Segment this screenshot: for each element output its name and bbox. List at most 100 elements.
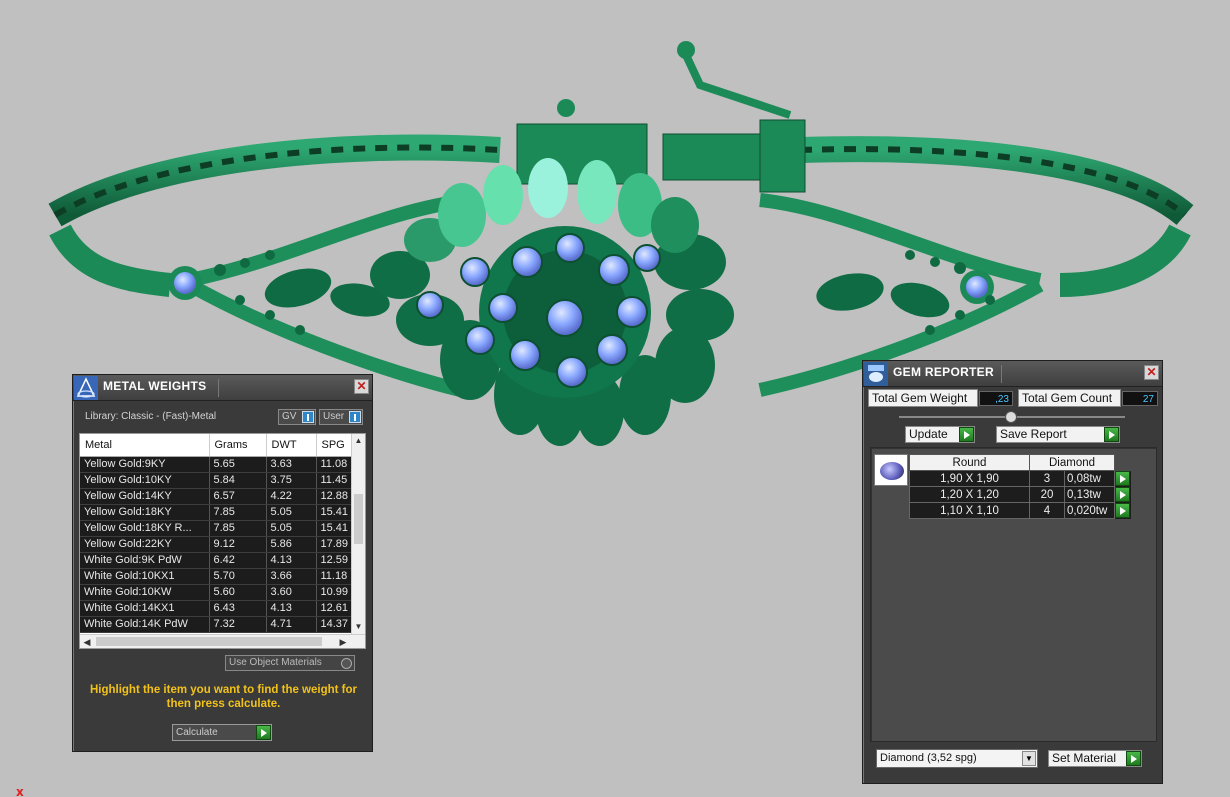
table-row[interactable]: Yellow Gold:14KY 6.57 4.22 12.88 [80, 488, 353, 505]
user-toggle[interactable]: User [319, 409, 363, 425]
gem-reporter-panel: GEM REPORTER ✕ Total Gem Weight ,23 Tota… [862, 360, 1163, 784]
user-toggle-label: User [323, 411, 345, 422]
close-icon[interactable]: ✕ [354, 379, 369, 394]
gem-cell: 0,13tw [1064, 486, 1115, 503]
column-header[interactable]: Grams [209, 434, 267, 457]
table-row[interactable]: White Gold:9K PdW 6.42 4.13 12.59 [80, 552, 353, 569]
update-button[interactable]: Update [905, 426, 975, 443]
table-cell: White Gold:14K PdW [80, 616, 210, 633]
table-cell: 7.85 [209, 520, 267, 537]
gem-list[interactable]: Round Diamond 1,90 X 1,90 3 0,08tw 1,20 X 1… [870, 447, 1157, 742]
save-report-button[interactable]: Save Report [996, 426, 1120, 443]
table-cell: 3.66 [266, 568, 317, 585]
axis-x-indicator: x [16, 785, 24, 797]
play-arrow-icon [256, 725, 271, 740]
gv-toggle[interactable]: GV [278, 409, 316, 425]
gem-cell: 1,10 X 1,10 [909, 502, 1030, 519]
metal-table-container[interactable]: Metal Grams DWT SPG Yellow Gold:9KY 5.65 3… [79, 433, 366, 649]
round-gem-thumbnail[interactable] [874, 454, 908, 486]
table-row[interactable]: Yellow Gold:22KY 9.12 5.86 17.89 [80, 536, 353, 553]
gem-reporter-icon [864, 362, 888, 386]
table-cell: 4.71 [266, 616, 317, 633]
gem-row[interactable]: 1,10 X 1,10 4 0,020tw [909, 502, 1131, 519]
play-arrow-icon [959, 427, 974, 442]
scroll-left-icon[interactable]: ◀ [80, 635, 94, 648]
total-gem-count-label: Total Gem Count [1018, 389, 1121, 407]
table-row[interactable]: Yellow Gold:18KY 7.85 5.05 15.41 [80, 504, 353, 521]
table-cell: Yellow Gold:18KY R... [80, 520, 210, 537]
scroll-thumb[interactable] [354, 494, 363, 544]
select-gem-button[interactable] [1114, 502, 1131, 519]
close-icon[interactable]: ✕ [1144, 365, 1159, 380]
table-cell: White Gold:10KX1 [80, 568, 210, 585]
table-cell: 11.45 [316, 472, 353, 489]
table-row[interactable]: Yellow Gold:9KY 5.65 3.63 11.08 [80, 456, 353, 473]
use-object-materials-option[interactable]: Use Object Materials [225, 655, 355, 671]
metal-weights-titlebar[interactable]: METAL WEIGHTS ✕ [73, 375, 372, 401]
table-cell: 5.86 [266, 536, 317, 553]
calculate-button[interactable]: Calculate [172, 724, 272, 741]
gem-cell: 0,020tw [1064, 502, 1115, 519]
column-header[interactable]: SPG [316, 434, 353, 457]
gem-reporter-titlebar[interactable]: GEM REPORTER ✕ [863, 361, 1162, 387]
column-header[interactable]: DWT [266, 434, 317, 457]
table-row[interactable]: White Gold:10KW 5.60 3.60 10.99 [80, 584, 353, 601]
scroll-thumb[interactable] [96, 637, 322, 646]
gem-row[interactable]: 1,90 X 1,90 3 0,08tw [909, 470, 1131, 487]
table-row[interactable]: Yellow Gold:10KY 5.84 3.75 11.45 [80, 472, 353, 489]
table-cell: 11.08 [316, 456, 353, 473]
table-row[interactable]: White Gold:14K PdW 7.32 4.71 14.37 [80, 616, 353, 633]
table-cell: 6.57 [209, 488, 267, 505]
material-header: Diamond [1029, 454, 1115, 471]
title-separator [1001, 365, 1002, 383]
gem-reporter-title: GEM REPORTER [893, 365, 994, 379]
table-cell: 3.63 [266, 456, 317, 473]
table-cell: 15.41 [316, 504, 353, 521]
gem-cell: 4 [1029, 502, 1065, 519]
table-cell: 6.43 [209, 600, 267, 617]
table-row[interactable]: Yellow Gold:18KY R... 7.85 5.05 15.41 [80, 520, 353, 537]
table-cell: 5.70 [209, 568, 267, 585]
table-cell: 7.85 [209, 504, 267, 521]
chevron-down-icon[interactable]: ▼ [1022, 751, 1036, 766]
horizontal-scrollbar[interactable]: ◀ ▶ [80, 634, 365, 648]
table-header-row: Round Diamond [909, 454, 1131, 471]
table-row[interactable]: White Gold:14KX1 6.43 4.13 12.61 [80, 600, 353, 617]
table-cell: 9.12 [209, 536, 267, 553]
gem-cell: 0,08tw [1064, 470, 1115, 487]
table-cell: 12.61 [316, 600, 353, 617]
play-arrow-icon [1115, 471, 1130, 486]
set-material-button[interactable]: Set Material [1048, 750, 1142, 767]
table-cell: 5.05 [266, 504, 317, 521]
table-cell: 5.84 [209, 472, 267, 489]
table-cell: 5.60 [209, 584, 267, 601]
total-gem-weight-value: ,23 [979, 391, 1013, 406]
shape-header: Round [909, 454, 1030, 471]
scroll-up-icon[interactable]: ▲ [352, 434, 365, 448]
scroll-right-icon[interactable]: ▶ [336, 635, 350, 648]
play-arrow-icon [1104, 427, 1119, 442]
table-cell: 3.60 [266, 584, 317, 601]
gem-row[interactable]: 1,20 X 1,20 20 0,13tw [909, 486, 1131, 503]
table-cell: Yellow Gold:10KY [80, 472, 210, 489]
column-header[interactable]: Metal [80, 434, 210, 457]
size-slider[interactable] [899, 411, 1125, 423]
instruction-text: Highlight the item you want to find the … [89, 684, 358, 710]
table-cell: 3.75 [266, 472, 317, 489]
vertical-scrollbar[interactable]: ▲ ▼ [351, 434, 365, 634]
set-material-label: Set Material [1052, 751, 1117, 765]
gem-cell: 1,20 X 1,20 [909, 486, 1030, 503]
metal-table: Metal Grams DWT SPG Yellow Gold:9KY 5.65 3… [80, 434, 353, 633]
table-cell: 4.13 [266, 552, 317, 569]
table-cell: Yellow Gold:14KY [80, 488, 210, 505]
table-row[interactable]: White Gold:10KX1 5.70 3.66 11.18 [80, 568, 353, 585]
material-select[interactable]: Diamond (3,52 spg) ▼ [876, 749, 1038, 768]
table-cell: 15.41 [316, 520, 353, 537]
table-header-row: Metal Grams DWT SPG [80, 434, 353, 457]
select-gem-button[interactable] [1114, 470, 1131, 487]
table-cell: Yellow Gold:22KY [80, 536, 210, 553]
scroll-down-icon[interactable]: ▼ [352, 620, 365, 634]
slider-knob[interactable] [1005, 411, 1017, 423]
table-cell: White Gold:9K PdW [80, 552, 210, 569]
select-gem-button[interactable] [1114, 486, 1131, 503]
